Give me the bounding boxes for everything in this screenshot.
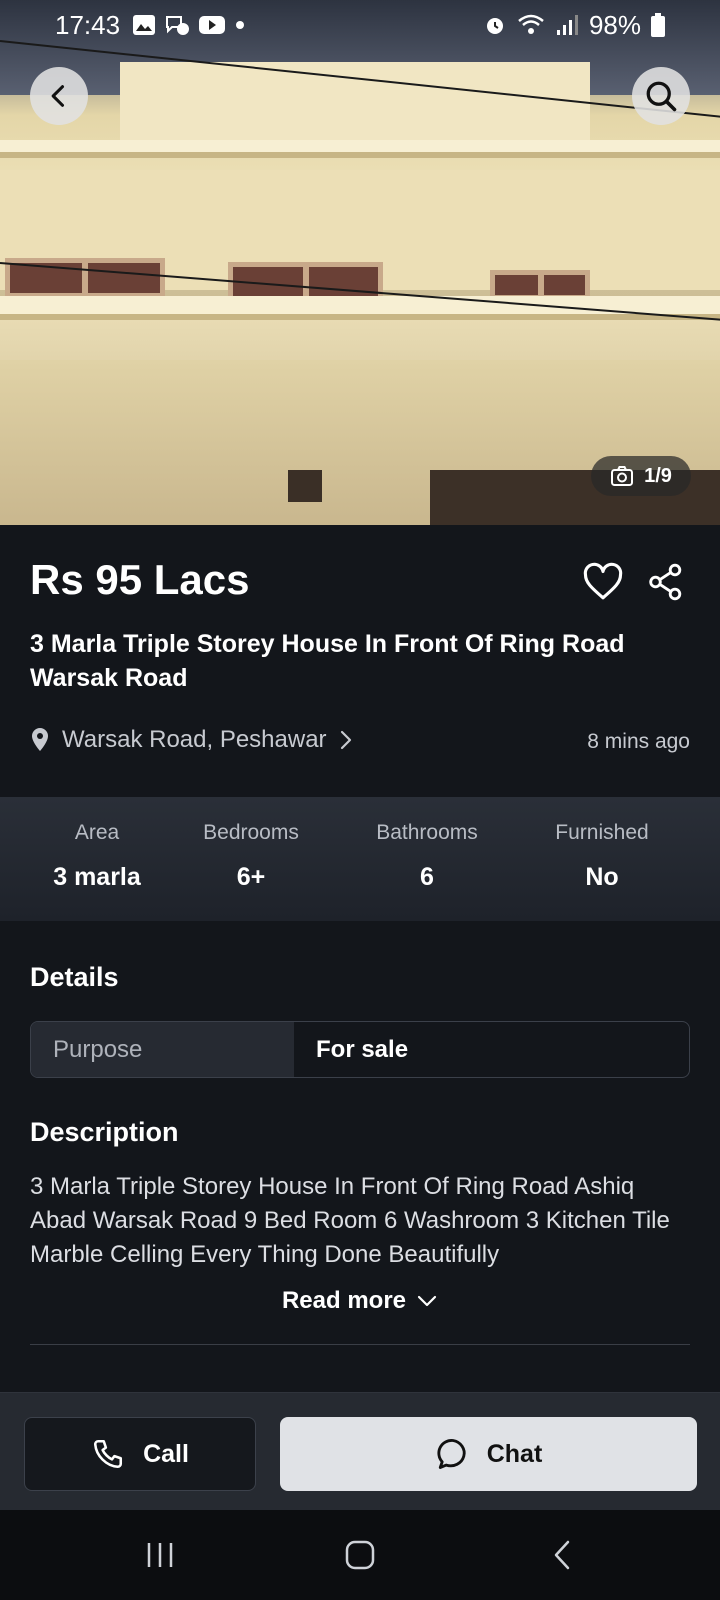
- phone-icon: [94, 1439, 123, 1469]
- favorite-button[interactable]: [582, 562, 624, 607]
- photo-vent: [288, 470, 322, 502]
- nav-back-button[interactable]: [532, 1532, 592, 1578]
- status-bar: 17:43 98%: [0, 0, 720, 50]
- share-button[interactable]: [648, 562, 684, 607]
- call-button[interactable]: Call: [24, 1417, 256, 1491]
- home-icon: [345, 1540, 375, 1570]
- listing-photo[interactable]: 1/9: [0, 0, 720, 525]
- specs-band: Area 3 marla Bedrooms 6+ Bathrooms 6 Fur…: [0, 797, 720, 921]
- detail-row-purpose: Purpose For sale: [30, 1021, 690, 1078]
- details-heading: Details: [30, 962, 119, 992]
- recents-icon: [147, 1543, 173, 1567]
- detail-key: Purpose: [31, 1022, 294, 1077]
- gallery-icon: [133, 15, 156, 35]
- spec-bathrooms: Bathrooms 6: [347, 797, 507, 892]
- chevron-down-icon: [417, 1295, 437, 1307]
- nav-back-icon: [554, 1540, 570, 1570]
- messenger-icon: [166, 16, 190, 35]
- system-nav-bar: [0, 1510, 720, 1600]
- description-text: 3 Marla Triple Storey House In Front Of …: [30, 1173, 670, 1268]
- spec-area: Area 3 marla: [17, 797, 177, 892]
- photo-top-storey: [120, 62, 590, 152]
- chat-bubble-icon: [437, 1439, 466, 1469]
- heart-icon: [583, 562, 623, 600]
- status-system-icons: 98%: [483, 10, 665, 41]
- listing-title: 3 Marla Triple Storey House In Front Of …: [30, 630, 625, 692]
- home-button[interactable]: [330, 1532, 390, 1578]
- spec-label: Bedrooms: [203, 821, 299, 844]
- spec-furnished: Furnished No: [522, 797, 682, 892]
- youtube-icon: [199, 16, 226, 34]
- contact-bar: Call Chat: [0, 1392, 720, 1510]
- call-label: Call: [143, 1439, 189, 1468]
- wifi-icon: [518, 14, 544, 34]
- photo-ledge: [0, 140, 720, 158]
- back-icon: [51, 85, 65, 107]
- location-pin-icon: [32, 728, 48, 751]
- photo-counter[interactable]: 1/9: [591, 456, 691, 496]
- chevron-right-icon: [340, 730, 351, 750]
- section-divider: [30, 1344, 690, 1345]
- camera-icon: [611, 466, 634, 486]
- photo-ledge: [0, 296, 720, 320]
- status-notification-icons: [132, 14, 246, 36]
- search-button[interactable]: [632, 67, 690, 125]
- search-icon: [646, 81, 677, 112]
- dot-icon: [236, 21, 245, 29]
- spec-bedrooms: Bedrooms 6+: [171, 797, 331, 892]
- spec-value: 6: [420, 863, 434, 891]
- spec-value: No: [585, 863, 619, 891]
- location-text: Warsak Road, Peshawar: [62, 726, 327, 753]
- back-button[interactable]: [30, 67, 88, 125]
- spec-label: Bathrooms: [376, 821, 478, 844]
- recents-button[interactable]: [130, 1532, 190, 1578]
- signal-icon: [556, 15, 578, 35]
- spec-label: Area: [74, 821, 120, 844]
- location-link[interactable]: Warsak Road, Peshawar: [30, 726, 353, 754]
- chat-label: Chat: [486, 1439, 543, 1468]
- share-icon: [649, 563, 682, 601]
- alarm-icon: [486, 18, 503, 34]
- read-more-button[interactable]: Read more: [0, 1287, 720, 1315]
- battery-percent: 98%: [588, 9, 641, 40]
- posted-time: 8 mins ago: [587, 730, 690, 753]
- spec-value: 6+: [236, 863, 266, 891]
- detail-value: For sale: [316, 1035, 409, 1063]
- spec-value: 3 marla: [53, 863, 141, 891]
- chat-button[interactable]: Chat: [280, 1417, 697, 1491]
- spec-label: Furnished: [555, 821, 649, 844]
- listing-price: Rs 95 Lacs: [30, 556, 250, 603]
- status-time: 17:43: [55, 9, 121, 40]
- description-heading: Description: [30, 1117, 179, 1147]
- battery-icon: [651, 13, 665, 37]
- read-more-label: Read more: [281, 1287, 407, 1314]
- photo-counter-text: 1/9: [644, 464, 672, 487]
